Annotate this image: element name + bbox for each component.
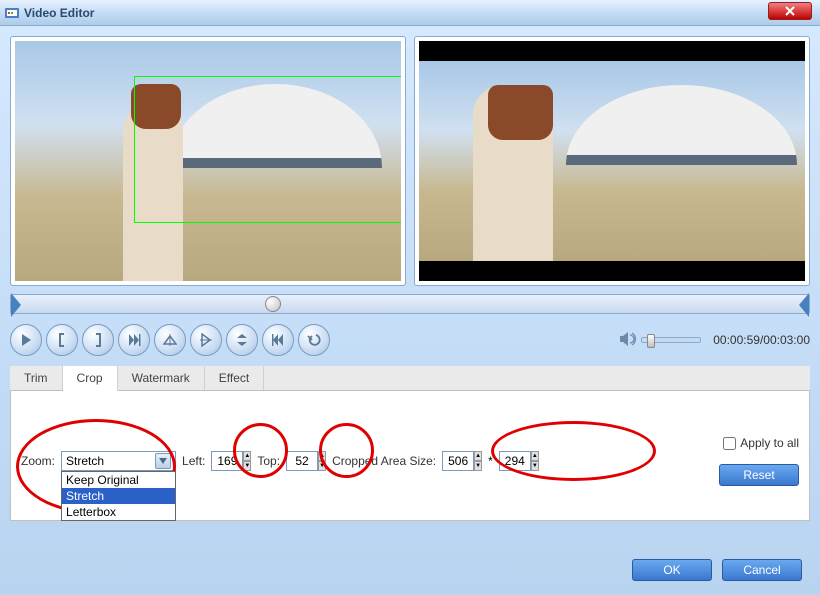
volume-thumb[interactable] bbox=[647, 334, 655, 348]
height-up[interactable]: ▲ bbox=[531, 451, 539, 461]
crop-panel: Zoom: Stretch Keep Original Stretch Lett… bbox=[10, 391, 810, 521]
top-spinner[interactable]: ▲▼ bbox=[286, 451, 326, 471]
chevron-down-icon bbox=[155, 453, 171, 469]
zoom-option-stretch[interactable]: Stretch bbox=[62, 488, 175, 504]
volume-slider[interactable] bbox=[641, 337, 701, 343]
close-button[interactable] bbox=[768, 2, 812, 20]
bracket-open-button[interactable] bbox=[46, 324, 78, 356]
source-preview[interactable] bbox=[15, 41, 401, 281]
titlebar: Video Editor bbox=[0, 0, 820, 26]
undo-button[interactable] bbox=[298, 324, 330, 356]
width-up[interactable]: ▲ bbox=[474, 451, 482, 461]
playhead[interactable] bbox=[265, 296, 281, 312]
width-down[interactable]: ▼ bbox=[474, 461, 482, 471]
top-down[interactable]: ▼ bbox=[318, 461, 326, 471]
height-down[interactable]: ▼ bbox=[531, 461, 539, 471]
ok-button[interactable]: OK bbox=[632, 559, 712, 581]
output-preview-pane bbox=[414, 36, 810, 286]
zoom-option-keep-original[interactable]: Keep Original bbox=[62, 472, 175, 488]
bracket-close-button[interactable] bbox=[82, 324, 114, 356]
trim-start-marker[interactable] bbox=[11, 293, 21, 317]
volume-icon[interactable] bbox=[617, 329, 637, 352]
zoom-dropdown[interactable]: Stretch bbox=[61, 451, 176, 471]
tab-trim[interactable]: Trim bbox=[10, 366, 63, 390]
source-preview-pane bbox=[10, 36, 406, 286]
trim-end-marker[interactable] bbox=[799, 293, 809, 317]
left-label: Left: bbox=[182, 454, 205, 468]
reset-button[interactable]: Reset bbox=[719, 464, 799, 486]
time-display: 00:00:59/00:03:00 bbox=[713, 333, 810, 347]
top-input[interactable] bbox=[286, 451, 318, 471]
zoom-dropdown-list: Keep Original Stretch Letterbox bbox=[61, 471, 176, 521]
top-up[interactable]: ▲ bbox=[318, 451, 326, 461]
apply-to-all-checkbox[interactable] bbox=[723, 437, 736, 450]
left-down[interactable]: ▼ bbox=[243, 461, 251, 471]
output-preview bbox=[419, 41, 805, 281]
left-up[interactable]: ▲ bbox=[243, 451, 251, 461]
app-icon bbox=[4, 5, 20, 21]
flip-vertical-button[interactable] bbox=[190, 324, 222, 356]
tab-crop[interactable]: Crop bbox=[63, 366, 118, 391]
left-spinner[interactable]: ▲▼ bbox=[211, 451, 251, 471]
width-spinner[interactable]: ▲▼ bbox=[442, 451, 482, 471]
mirror-button[interactable] bbox=[226, 324, 258, 356]
play-button[interactable] bbox=[10, 324, 42, 356]
window-title: Video Editor bbox=[24, 6, 94, 20]
zoom-value: Stretch bbox=[66, 454, 104, 468]
tab-watermark[interactable]: Watermark bbox=[118, 366, 205, 390]
cancel-button[interactable]: Cancel bbox=[722, 559, 802, 581]
area-separator: * bbox=[488, 454, 493, 468]
height-spinner[interactable]: ▲▼ bbox=[499, 451, 539, 471]
width-input[interactable] bbox=[442, 451, 474, 471]
area-label: Cropped Area Size: bbox=[332, 454, 436, 468]
apply-to-all-label: Apply to all bbox=[740, 436, 799, 450]
tab-effect[interactable]: Effect bbox=[205, 366, 264, 390]
skip-back-button[interactable] bbox=[262, 324, 294, 356]
zoom-label: Zoom: bbox=[21, 454, 55, 468]
left-input[interactable] bbox=[211, 451, 243, 471]
flip-horizontal-button[interactable] bbox=[154, 324, 186, 356]
tab-bar: Trim Crop Watermark Effect bbox=[10, 366, 810, 391]
apply-to-all-wrap[interactable]: Apply to all bbox=[723, 436, 799, 450]
height-input[interactable] bbox=[499, 451, 531, 471]
zoom-option-letterbox[interactable]: Letterbox bbox=[62, 504, 175, 520]
crop-rectangle[interactable] bbox=[134, 76, 401, 223]
timeline-slider[interactable] bbox=[10, 294, 810, 314]
next-frame-button[interactable] bbox=[118, 324, 150, 356]
top-label: Top: bbox=[257, 454, 280, 468]
